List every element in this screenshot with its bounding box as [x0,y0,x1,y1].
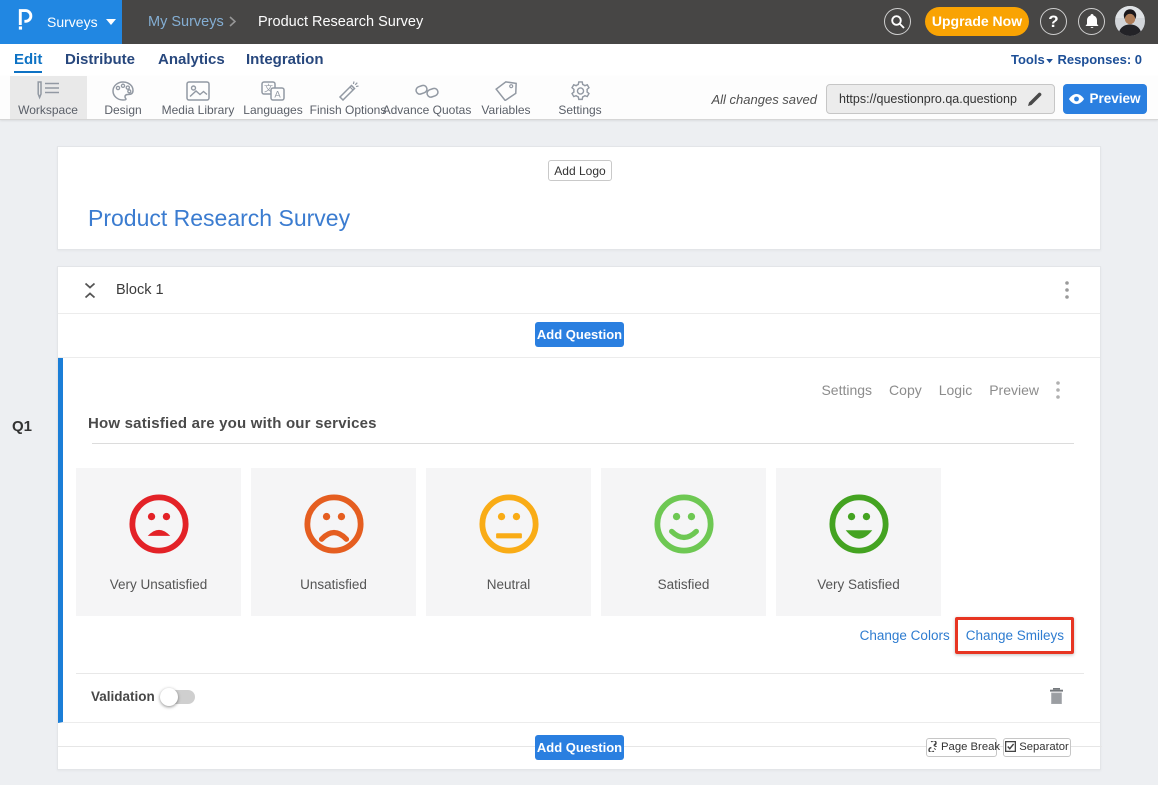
svg-text:A: A [274,90,281,101]
